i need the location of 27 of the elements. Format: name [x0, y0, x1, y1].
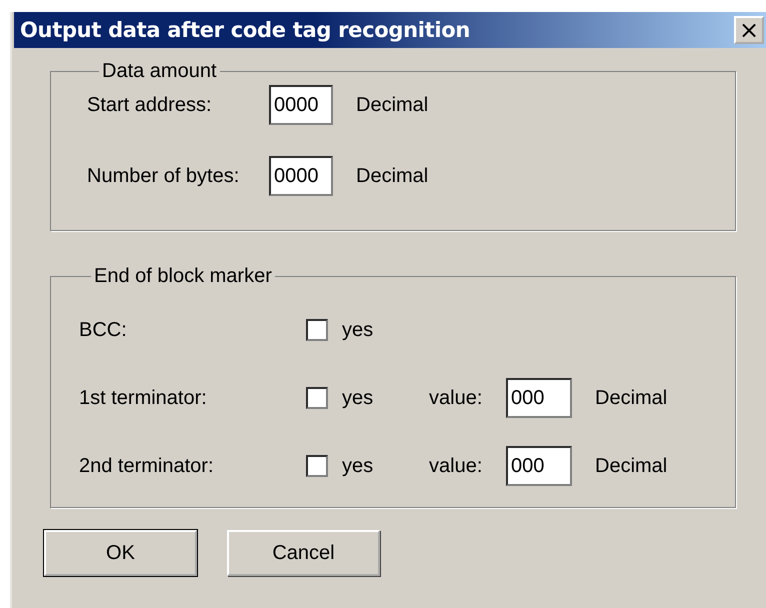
field-label: Start address:: [87, 94, 213, 116]
close-button[interactable]: ×: [734, 16, 764, 44]
checkbox[interactable]: [306, 455, 328, 477]
window-title: Output data after code tag recognition: [20, 18, 470, 42]
field-label: 2nd terminator:: [79, 454, 215, 478]
input-field[interactable]: 0000: [269, 156, 333, 196]
unit-label: Decimal: [356, 164, 428, 188]
checkbox-label: yes: [342, 454, 374, 478]
group-title: End of block marker: [93, 265, 273, 288]
checkbox-label: yes: [342, 386, 374, 410]
cancel-button[interactable]: Cancel: [227, 530, 380, 576]
unit-label: Decimal: [595, 454, 668, 478]
unit-label: Decimal: [595, 386, 668, 410]
checkbox[interactable]: [306, 387, 328, 409]
input-field[interactable]: 0000: [269, 85, 333, 125]
group-title: Data amount: [101, 60, 218, 83]
input-field[interactable]: 000: [506, 446, 572, 486]
unit-label: Decimal: [356, 94, 428, 116]
field-label: 1st terminator:: [79, 386, 208, 410]
input-field[interactable]: 000: [506, 378, 572, 418]
ok-button[interactable]: OK: [44, 530, 197, 576]
checkbox[interactable]: [306, 319, 328, 341]
value-label: value:: [429, 454, 484, 478]
value-label: value:: [429, 386, 484, 410]
field-label: BCC:: [79, 318, 128, 342]
field-label: Number of bytes:: [87, 164, 240, 188]
checkbox-label: yes: [342, 318, 374, 342]
